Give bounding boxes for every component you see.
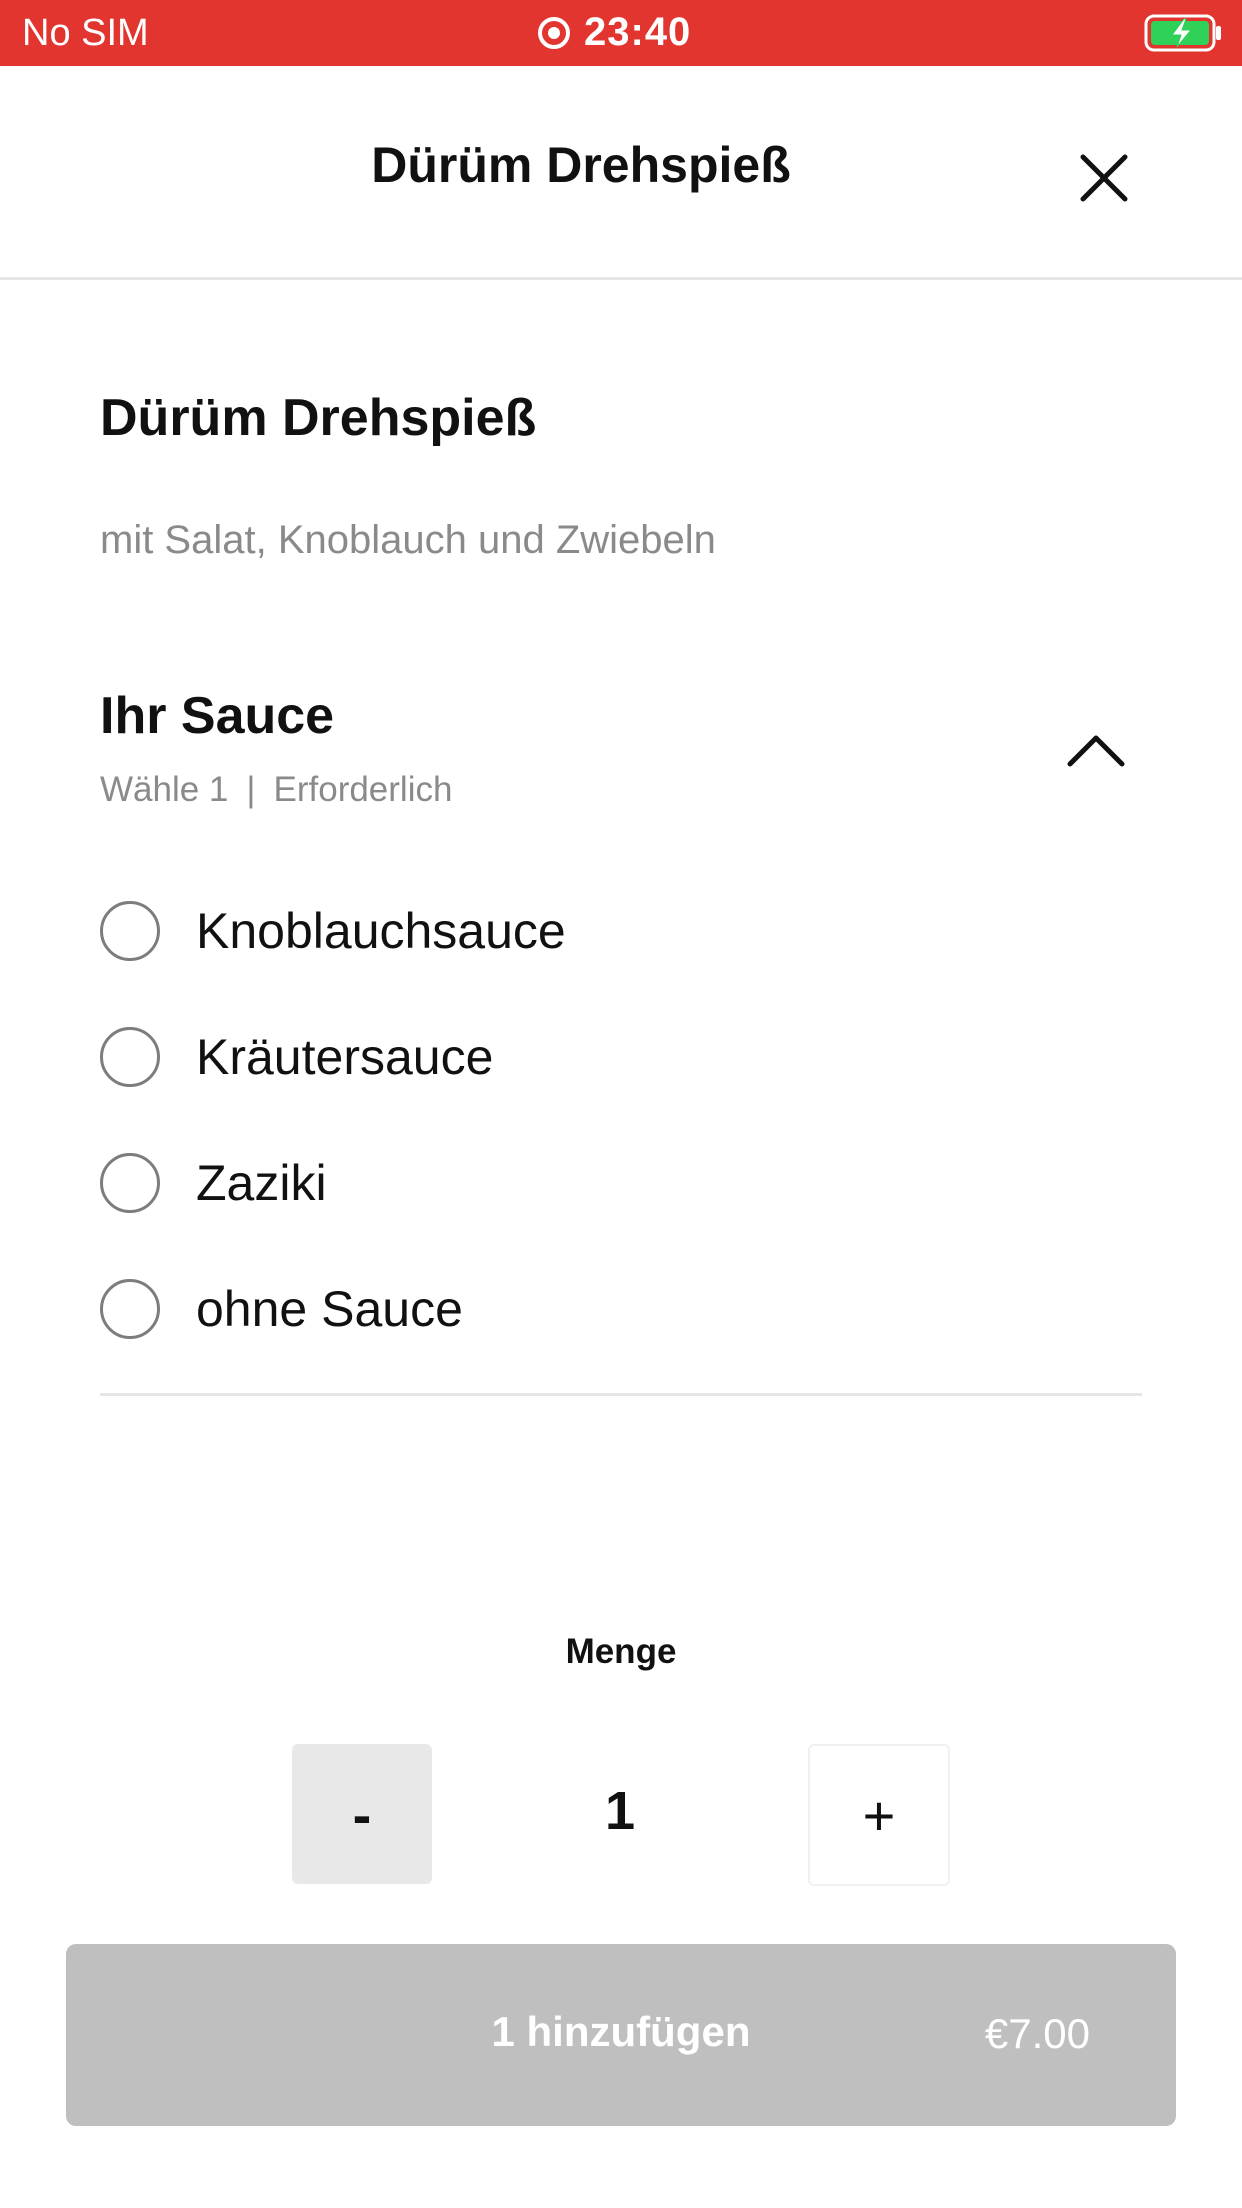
quantity-value: 1 (604, 1781, 636, 1841)
carrier-label: No SIM (22, 12, 149, 54)
add-to-cart-button[interactable]: 1 hinzufügen €7.00 (66, 1944, 1176, 2126)
option-group-title: Ihr Sauce (100, 687, 335, 745)
modal-header: Dürüm Drehspieß (0, 66, 1242, 280)
option-knoblauchsauce[interactable]: Knoblauchsauce (100, 868, 1142, 994)
option-group-meta: Wähle 1 | Erforderlich (100, 770, 452, 810)
option-label: Kräutersauce (196, 1029, 494, 1085)
add-button-price: €7.00 (984, 2010, 1090, 2057)
option-zaziki[interactable]: Zaziki (100, 1120, 1142, 1246)
option-ohne-sauce[interactable]: ohne Sauce (100, 1246, 1142, 1372)
status-center: 23:40 (538, 10, 691, 55)
quantity-label: Menge (565, 1632, 677, 1671)
option-kraeutersauce[interactable]: Kräutersauce (100, 994, 1142, 1120)
status-bar: No SIM 23:40 (0, 0, 1242, 66)
radio-button[interactable] (100, 901, 160, 961)
screen-record-icon (538, 16, 570, 49)
radio-button[interactable] (100, 1027, 160, 1087)
header-title: Dürüm Drehspieß (371, 137, 791, 193)
chevron-up-icon[interactable] (1064, 728, 1128, 772)
sauce-options-list: Knoblauchsauce Kräutersauce Zaziki ohne … (100, 868, 1142, 1372)
product-description: mit Salat, Knoblauch und Zwiebeln (100, 518, 716, 562)
quantity-increase-button[interactable]: + (808, 1744, 950, 1886)
radio-button[interactable] (100, 1153, 160, 1213)
radio-button[interactable] (100, 1279, 160, 1339)
product-title: Dürüm Drehspieß (100, 389, 537, 447)
section-divider (100, 1393, 1142, 1396)
quantity-decrease-button[interactable]: - (292, 1744, 432, 1884)
close-icon (1080, 154, 1128, 202)
option-label: ohne Sauce (196, 1281, 463, 1337)
required-label: Erforderlich (273, 770, 453, 809)
option-label: Zaziki (196, 1155, 327, 1211)
screen: No SIM 23:40 Dürüm Drehspieß Dürüm Drehs… (0, 0, 1242, 2208)
battery-charging-icon (1144, 14, 1221, 52)
choose-hint: Wähle 1 (100, 770, 229, 809)
meta-separator: | (246, 770, 256, 809)
option-label: Knoblauchsauce (196, 903, 566, 959)
status-time: 23:40 (584, 10, 692, 54)
close-button[interactable] (1072, 146, 1136, 210)
